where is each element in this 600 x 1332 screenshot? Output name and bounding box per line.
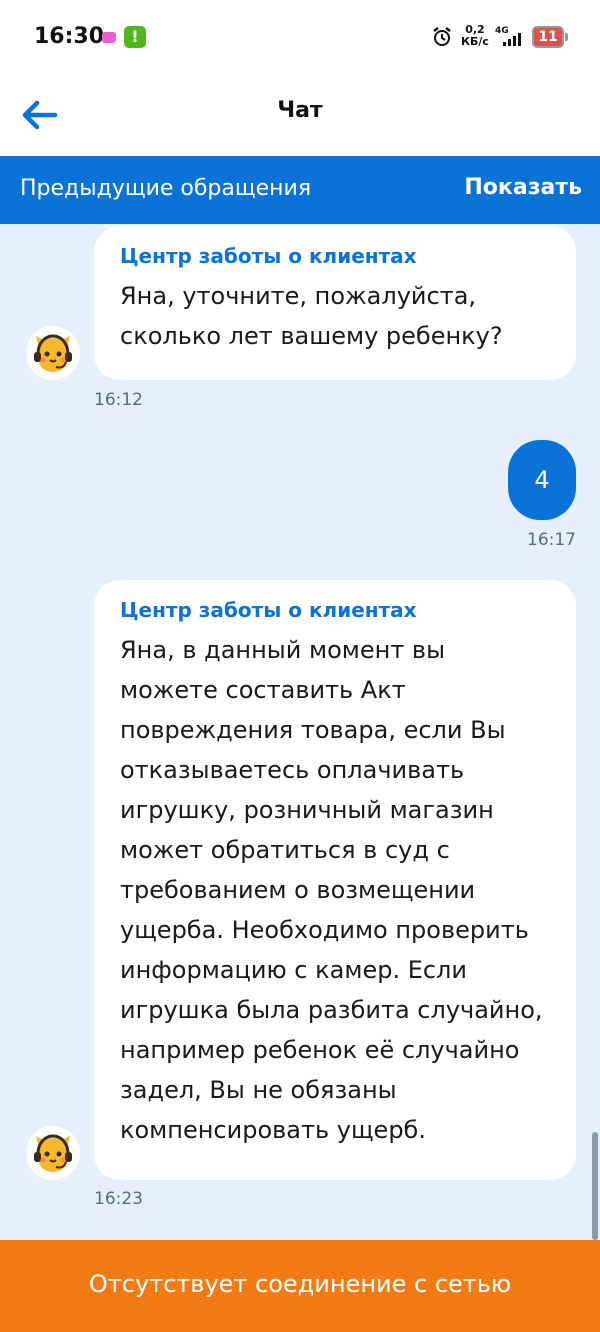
status-bar: 16:30 ! 0,2 КБ/с 4G 11 — [0, 0, 600, 76]
message-text: Яна, уточните, пожалуйста, сколько лет в… — [120, 282, 503, 350]
network-speed-unit: КБ/с — [461, 35, 489, 48]
svg-text:4G: 4G — [495, 26, 509, 36]
previous-requests-label: Предыдущие обращения — [20, 176, 312, 201]
mascot-icon — [27, 327, 79, 379]
notification-app-icon — [102, 32, 116, 43]
outgoing-message[interactable]: 4 — [508, 440, 576, 520]
message-sender: Центр заботы о клиентах — [120, 598, 417, 622]
message-time: 16:23 — [94, 1189, 143, 1209]
app-bar: Чат — [0, 76, 600, 156]
incoming-message[interactable]: Центр заботы о клиентах Яна, уточните, п… — [94, 226, 576, 380]
message-time: 16:12 — [94, 390, 143, 410]
signal-icon: 4G — [495, 26, 521, 46]
status-time: 16:30 — [34, 24, 105, 49]
support-avatar — [26, 326, 80, 380]
battery-icon: 11 — [532, 26, 568, 48]
chat-scrollbar[interactable] — [592, 1132, 598, 1240]
show-previous-button[interactable]: Показать — [464, 175, 582, 200]
support-avatar — [26, 1126, 80, 1180]
page-title: Чат — [277, 98, 323, 123]
message-text: Яна, в данный момент вы можете составить… — [120, 636, 543, 1144]
offline-banner: Отсутствует соединение с сетью — [0, 1240, 600, 1332]
message-time: 16:17 — [527, 530, 576, 550]
download-notification-icon: ! — [124, 26, 146, 48]
offline-banner-text: Отсутствует соединение с сетью — [88, 1270, 512, 1298]
previous-requests-bar: Предыдущие обращения Показать — [0, 156, 600, 224]
network-speed: 0,2 КБ/с — [461, 24, 489, 48]
message-text: 4 — [534, 466, 550, 494]
mascot-icon — [27, 1127, 79, 1179]
alarm-icon — [433, 27, 451, 46]
message-sender: Центр заботы о клиентах — [120, 244, 417, 268]
incoming-message[interactable]: Центр заботы о клиентах Яна, в данный мо… — [94, 580, 576, 1180]
